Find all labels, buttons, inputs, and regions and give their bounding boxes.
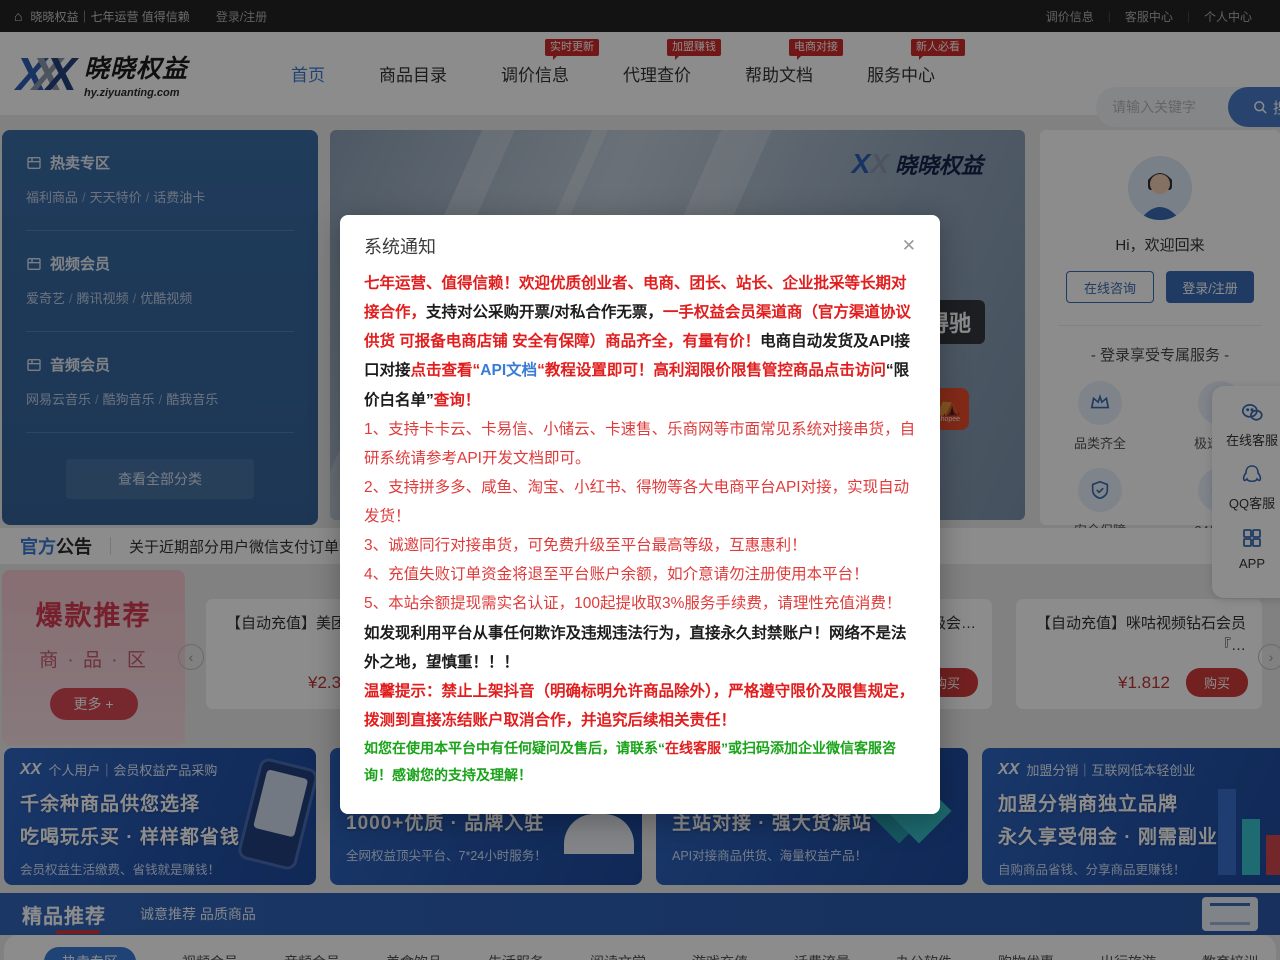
notice-paragraph: 温馨提示：禁止上架抖音（明确标明允许商品除外），严格遵守限价及限售规定，拨测到直… [364,677,916,735]
notice-text: 3、诚邀同行对接串货，可免费升级至平台最高等级，互惠惠利！ [364,537,807,554]
notice-text: 2、支持拼多多、咸鱼、淘宝、小红书、得物等各大电商平台API对接，实现自动发货！ [364,479,909,525]
notice-text: 查询！ [434,392,481,409]
modal-title: 系统通知 [364,233,436,259]
notice-text: 点击查看“ [411,362,481,379]
notice-paragraph: 如您在使用本平台中有任何疑问及售后，请联系“在线客服”或扫码添加企业微信客服咨询… [364,735,916,788]
modal-body: 七年运营、值得信赖！欢迎优质创业者、电商、团长、站长、企业批采等长期对接合作，支… [340,265,940,814]
notice-text: 温馨提示：禁止上架抖音（明确标明允许商品除外），严格遵守限价及限售规定，拨测到直… [364,683,914,729]
api-doc-link[interactable]: API文档 [480,362,537,379]
notice-paragraph: 七年运营、值得信赖！欢迎优质创业者、电商、团长、站长、企业批采等长期对接合作，支… [364,269,916,415]
notice-text: 如发现利用平台从事任何欺诈及违规违法行为，直接永久封禁账户！网络不是法外之地，望… [364,625,907,671]
close-icon[interactable]: ✕ [902,236,916,256]
notice-text: “教程设置即可！高利润限价限售管控商品点击访问 [537,362,886,379]
notice-paragraph: 如发现利用平台从事任何欺诈及违规违法行为，直接永久封禁账户！网络不是法外之地，望… [364,619,916,677]
page: ⌂ 晓晓权益｜七年运营 值得信赖 登录/注册 调价信息 | 客服中心 | 个人中… [0,0,1280,960]
notice-paragraph: 5、本站余额提现需实名认证，100起提收取3%服务手续费，请理性充值消费！ [364,589,916,618]
notice-text: 5、本站余额提现需实名认证，100起提收取3%服务手续费，请理性充值消费！ [364,595,901,612]
notice-paragraph: 4、充值失败订单资金将退至平台账户余额，如介意请勿注册使用本平台！ [364,560,916,589]
notice-paragraph: 1、支持卡卡云、卡易信、小储云、卡速售、乐商网等市面常见系统对接串货，自研系统请… [364,415,916,473]
notice-text: 1、支持卡卡云、卡易信、小储云、卡速售、乐商网等市面常见系统对接串货，自研系统请… [364,421,915,467]
notice-paragraph: 3、诚邀同行对接串货，可免费升级至平台最高等级，互惠惠利！ [364,531,916,560]
notice-text: 4、充值失败订单资金将退至平台账户余额，如介意请勿注册使用本平台！ [364,566,869,583]
notice-text: 支持对公采购开票/对私合作无票， [426,304,663,321]
notice-paragraph: 2、支持拼多多、咸鱼、淘宝、小红书、得物等各大电商平台API对接，实现自动发货！ [364,473,916,531]
system-notice-modal: 系统通知 ✕ 七年运营、值得信赖！欢迎优质创业者、电商、团长、站长、企业批采等长… [340,215,940,814]
notice-text: 如您在使用本平台中有任何疑问及售后，请联系“ [364,740,665,756]
notice-text: 在线客服 [665,740,721,756]
